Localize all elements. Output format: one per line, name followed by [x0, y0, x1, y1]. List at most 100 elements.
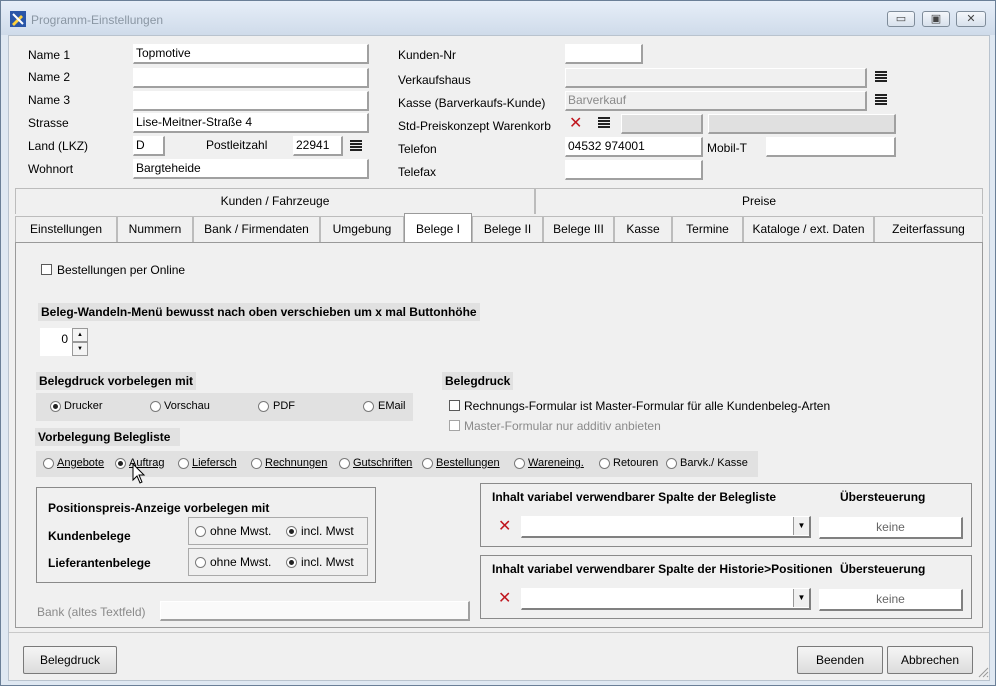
- name3-label: Name 3: [28, 93, 71, 107]
- radio-rechnungen[interactable]: [251, 458, 262, 469]
- name3-input[interactable]: [133, 91, 369, 111]
- uebersteuerung-label-1: Übersteuerung: [840, 490, 926, 504]
- telefax-input[interactable]: [565, 160, 703, 180]
- belegliste-header: Vorbelegung Belegliste: [35, 428, 181, 446]
- preiskonzept-delete-icon[interactable]: ✕: [569, 116, 582, 132]
- strasse-input[interactable]: Lise-Meitner-Straße 4: [133, 113, 369, 133]
- preiskonzept-list-icon[interactable]: [598, 117, 610, 129]
- lieferantenbelege-radio-ohne[interactable]: [195, 557, 206, 568]
- name2-input[interactable]: [133, 68, 369, 88]
- radio-angebote-label: Angebote: [57, 457, 105, 469]
- minimize-button[interactable]: ▭: [887, 11, 915, 27]
- land-input[interactable]: D: [133, 136, 165, 156]
- tab-belege-1[interactable]: Belege I: [404, 213, 472, 243]
- uebersteuerung-label-2: Übersteuerung: [840, 562, 926, 576]
- radio-vorschau-label: Vorschau: [164, 400, 210, 412]
- radio-email[interactable]: [363, 401, 374, 412]
- spalte-historie-box: Inhalt variabel verwendbarer Spalte der …: [480, 555, 972, 619]
- preiskonzept-code-input: [621, 114, 703, 134]
- close-button[interactable]: ✕: [956, 11, 986, 27]
- tab-belege-3[interactable]: Belege III: [543, 216, 614, 242]
- mouse-cursor-icon: [132, 463, 146, 484]
- radio-barvk-kasse[interactable]: [666, 458, 677, 469]
- verkaufshaus-input[interactable]: [565, 68, 867, 88]
- tab-nummern[interactable]: Nummern: [117, 216, 193, 242]
- belegdruck-button[interactable]: Belegdruck: [23, 646, 117, 674]
- name1-input[interactable]: Topmotive: [133, 44, 369, 64]
- spalte-historie-delete-icon[interactable]: ✕: [498, 591, 511, 607]
- uebersteuerung-keine-button-1[interactable]: keine: [819, 517, 963, 539]
- preiskonzept-name-input: [708, 114, 896, 134]
- client-area: Name 1 Topmotive Name 2 Name 3 Strasse L…: [8, 35, 990, 681]
- lieferantenbelege-radio-incl[interactable]: [286, 557, 297, 568]
- wandeln-value[interactable]: 0: [40, 328, 72, 356]
- kasse-label: Kasse (Barverkaufs-Kunde): [398, 96, 546, 110]
- spalte-belegliste-delete-icon[interactable]: ✕: [498, 519, 511, 535]
- tab-kataloge[interactable]: Kataloge / ext. Daten: [743, 216, 874, 242]
- positionspreis-box: Positionspreis-Anzeige vorbelegen mit Ku…: [36, 487, 376, 583]
- spalte-belegliste-dropdown[interactable]: ▼: [521, 516, 811, 538]
- belegdruck-header: Belegdruck: [442, 372, 514, 390]
- maximize-button[interactable]: ▣: [922, 11, 950, 27]
- window-title: Programm-Einstellungen: [31, 13, 164, 27]
- resize-grip-icon[interactable]: [977, 666, 989, 678]
- radio-drucker[interactable]: [50, 401, 61, 412]
- master-formular-checkbox[interactable]: [449, 400, 460, 411]
- kundenbelege-radio-ohne[interactable]: [195, 526, 206, 537]
- settings-window: Programm-Einstellungen ▭ ▣ ✕ Name 1 Topm…: [0, 0, 996, 686]
- telefon-label: Telefon: [398, 142, 437, 156]
- radio-rechnungen-label: Rechnungen: [265, 457, 328, 469]
- tab-umgebung[interactable]: Umgebung: [320, 216, 404, 242]
- plz-list-icon[interactable]: [350, 140, 362, 152]
- tab-belege-2[interactable]: Belege II: [472, 216, 543, 242]
- wohnort-input[interactable]: Bargteheide: [133, 159, 369, 179]
- radio-vorschau[interactable]: [150, 401, 161, 412]
- radio-liefersch-label: Liefersch: [192, 457, 237, 469]
- strasse-label: Strasse: [28, 116, 69, 130]
- radio-wareneing[interactable]: [514, 458, 525, 469]
- telefon-input[interactable]: 04532 974001: [565, 137, 703, 157]
- tabgroup-preise[interactable]: Preise: [535, 188, 983, 214]
- telefax-label: Telefax: [398, 165, 437, 179]
- kundenbelege-label: Kundenbelege: [48, 529, 131, 543]
- uebersteuerung-keine-button-2[interactable]: keine: [819, 589, 963, 611]
- online-checkbox[interactable]: [41, 264, 52, 275]
- kundenbelege-incl-label: incl. Mwst: [301, 524, 354, 538]
- kundenbelege-options: ohne Mwst. incl. Mwst: [188, 517, 368, 545]
- radio-bestellungen[interactable]: [422, 458, 433, 469]
- beenden-button[interactable]: Beenden: [797, 646, 883, 674]
- tab-bank-firmendaten[interactable]: Bank / Firmendaten: [193, 216, 320, 242]
- abbrechen-button[interactable]: Abbrechen: [887, 646, 973, 674]
- mobil-input[interactable]: [766, 137, 896, 157]
- lieferantenbelege-incl-label: incl. Mwst: [301, 555, 354, 569]
- kundennr-input[interactable]: [565, 44, 643, 64]
- radio-email-label: EMail: [378, 400, 406, 412]
- verkaufshaus-list-icon[interactable]: [875, 71, 887, 83]
- radio-pdf[interactable]: [258, 401, 269, 412]
- spalte-historie-dropdown[interactable]: ▼: [521, 588, 811, 610]
- wandeln-spinner[interactable]: 0 ▲ ▼: [40, 328, 88, 356]
- kundenbelege-radio-incl[interactable]: [286, 526, 297, 537]
- tab-einstellungen[interactable]: Einstellungen: [15, 216, 117, 242]
- radio-angebote[interactable]: [43, 458, 54, 469]
- radio-gutschriften[interactable]: [339, 458, 350, 469]
- bank-label: Bank (altes Textfeld): [37, 605, 146, 619]
- tab-zeiterfassung[interactable]: Zeiterfassung: [874, 216, 983, 242]
- tab-termine[interactable]: Termine: [672, 216, 743, 242]
- spin-down-icon[interactable]: ▼: [72, 342, 88, 356]
- radio-auftrag[interactable]: [115, 458, 126, 469]
- radio-wareneing-label: Wareneing.: [528, 457, 584, 469]
- radio-pdf-label: PDF: [273, 400, 295, 412]
- settings-tools-icon: [10, 11, 26, 27]
- plz-input[interactable]: 22941: [293, 136, 343, 156]
- bank-input[interactable]: [160, 601, 470, 621]
- tab-kasse[interactable]: Kasse: [614, 216, 672, 242]
- title-bar[interactable]: Programm-Einstellungen ▭ ▣ ✕: [1, 1, 995, 35]
- master-additiv-checkbox[interactable]: [449, 420, 460, 431]
- radio-liefersch[interactable]: [178, 458, 189, 469]
- kasse-list-icon[interactable]: [875, 94, 887, 106]
- tabgroup-kunden-fahrzeuge[interactable]: Kunden / Fahrzeuge: [15, 188, 535, 214]
- kasse-input[interactable]: Barverkauf: [565, 91, 867, 111]
- radio-retouren[interactable]: [599, 458, 610, 469]
- spin-up-icon[interactable]: ▲: [72, 328, 88, 342]
